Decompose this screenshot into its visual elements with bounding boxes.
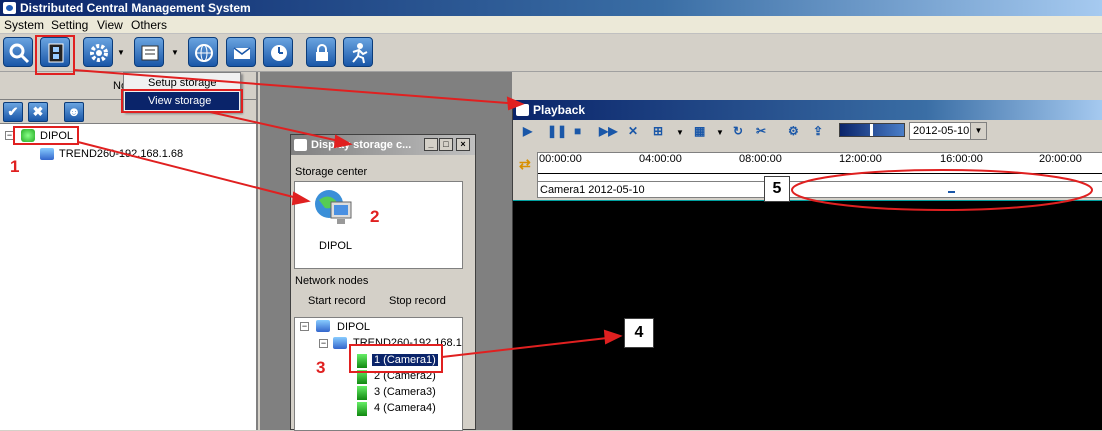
annotation-label-2: 2 <box>370 207 380 226</box>
annotation-arrow <box>77 141 306 201</box>
highlight-box <box>35 35 75 75</box>
annotation-label-3: 3 <box>316 358 326 377</box>
annotation-label-1: 1 <box>10 157 20 176</box>
annotation-arrow <box>209 111 349 144</box>
highlight-ellipse <box>791 169 1093 211</box>
arrow-head <box>603 329 623 345</box>
highlight-box <box>349 344 443 373</box>
arrow-head <box>506 96 525 111</box>
annotation-overlay <box>13 35 1093 373</box>
annotation-arrow <box>73 69 521 105</box>
highlight-box <box>121 89 243 113</box>
highlight-box <box>13 126 79 145</box>
arrow-head <box>333 134 353 149</box>
arrow-head <box>291 191 311 206</box>
annotation-label-4: 4 <box>624 318 654 348</box>
annotation-label-5: 5 <box>764 176 790 202</box>
annotation-arrow <box>441 336 617 358</box>
